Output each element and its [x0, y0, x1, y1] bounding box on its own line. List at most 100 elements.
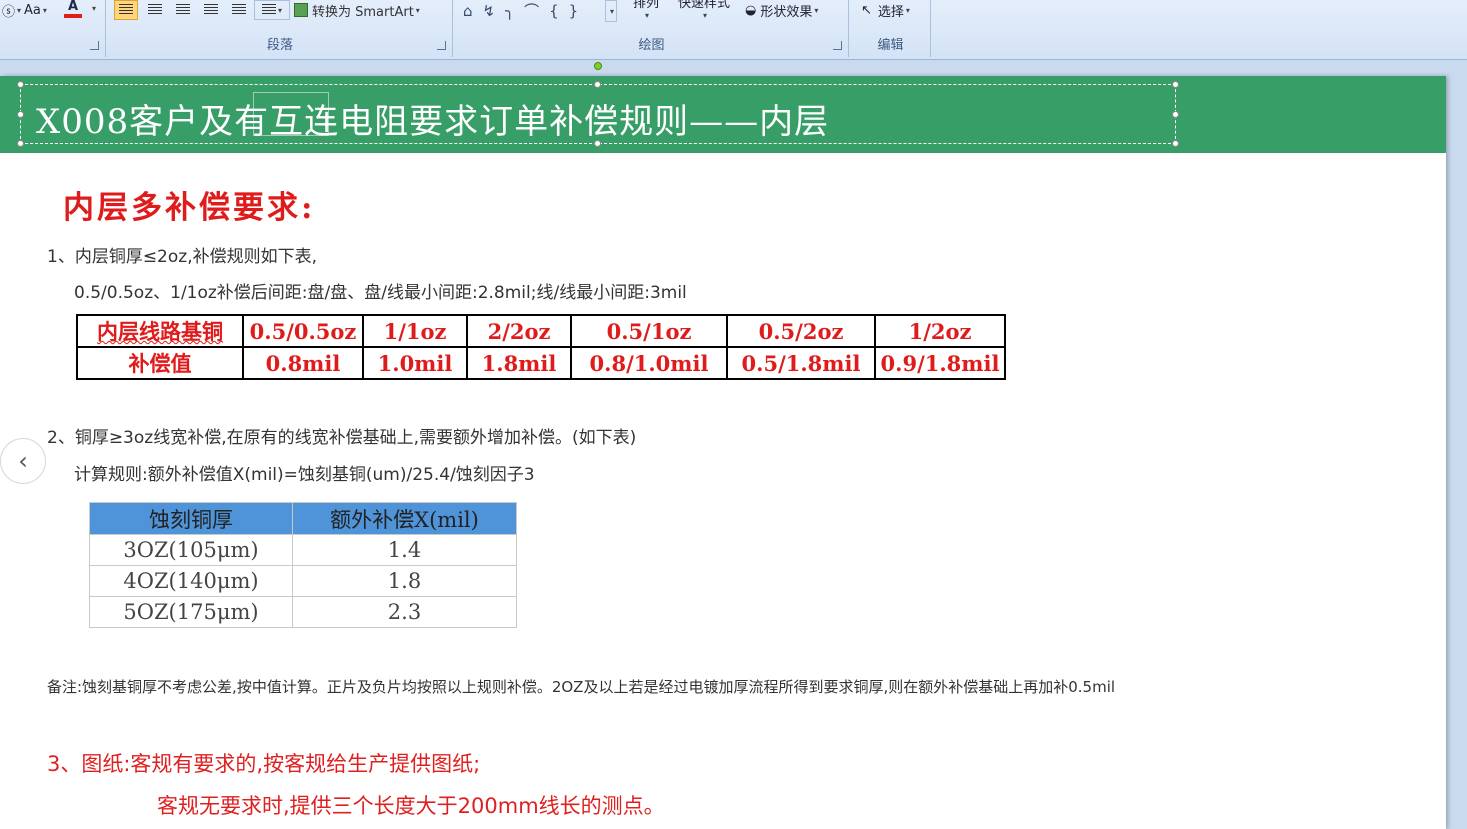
change-case-label: Aa: [24, 2, 41, 18]
align-center-button[interactable]: [144, 0, 166, 20]
arrange-label: 排列: [633, 0, 660, 11]
more-icon: ▾: [609, 6, 614, 16]
rule2-line2: 计算规则:额外补偿值X(mil)=蚀刻基铜(um)/25.4/蚀刻因子3: [74, 465, 535, 485]
table-cell: 1.8mil: [466, 346, 572, 380]
change-case-button[interactable]: Aa ▾: [24, 0, 47, 20]
align-center-icon: [148, 4, 162, 16]
rule2-line1: 2、铜厚≥3oz线宽补偿,在原有的线宽补偿基础上,需要额外增加补偿。(如下表): [47, 428, 637, 448]
text-effects-button[interactable]: ⓢ ▾: [2, 0, 21, 20]
slide-canvas[interactable]: X008客户及有互连电阻要求订单补偿规则——内层 内层多补偿要求: 1、内层铜厚…: [0, 62, 1446, 829]
shape-effects-label: 形状效果: [760, 4, 813, 20]
table-cell: 1.0mil: [362, 346, 468, 380]
table-cell: 1/1oz: [362, 314, 468, 348]
editing-group: ↖ 选择 ▾ 编辑: [851, 0, 931, 57]
table-cell: 3OZ(105μm): [89, 534, 293, 566]
drawing-group-label: 绘图: [638, 38, 665, 53]
align-right-button[interactable]: [172, 0, 194, 20]
section-heading: 内层多补偿要求:: [63, 190, 316, 226]
distributed-button[interactable]: [228, 0, 250, 20]
rule1-line1: 1、内层铜厚≤2oz,补偿规则如下表,: [47, 247, 318, 267]
table-cell: 0.5/2oz: [726, 314, 876, 348]
columns-button[interactable]: ▾: [254, 0, 290, 20]
table-cell: 1.4: [292, 534, 517, 566]
table-row: 3OZ(105μm) 1.4: [89, 534, 517, 566]
ribbon: ⓢ ▾ Aa ▾ A ▾ ▾ 转换为 SmartArt ▾ 段落 ⌂↯╮⌒{} ▾ 排…: [0, 0, 1467, 60]
font-color-label: A: [67, 0, 79, 14]
table-cell: 1/2oz: [874, 314, 1006, 348]
table-cell: 0.5/0.5oz: [242, 314, 364, 348]
text-effects-icon: ⓢ: [2, 4, 16, 20]
table-cell: 0.8/1.0mil: [570, 346, 728, 380]
justify-icon: [204, 4, 218, 16]
smartart-icon: [294, 3, 308, 17]
title-selection-box[interactable]: [20, 84, 1176, 144]
table-header-cell: 补偿值: [76, 346, 244, 380]
cursor-icon: ↖: [861, 2, 872, 18]
table-row: 补偿值 0.8mil 1.0mil 1.8mil 0.8/1.0mil 0.5/…: [76, 346, 1006, 380]
align-right-icon: [176, 4, 190, 16]
shape-effects-icon: ◒: [745, 2, 757, 18]
drawing-group: ⌂↯╮⌒{} ▾ 排列 ▾ 快速样式 ▾ ◒ 形状效果 ▾ 绘图: [455, 0, 849, 57]
table-cell: 5OZ(175μm): [89, 596, 293, 628]
table-cell: 0.8mil: [242, 346, 364, 380]
resize-handle-top-right[interactable]: [1172, 81, 1179, 88]
table-row: 内层线路基铜 0.5/0.5oz 1/1oz 2/2oz 0.5/1oz 0.5…: [76, 314, 1006, 348]
table-cell: 4OZ(140μm): [89, 565, 293, 597]
compensation-table: 内层线路基铜 0.5/0.5oz 1/1oz 2/2oz 0.5/1oz 0.5…: [76, 314, 1006, 380]
quick-styles-label: 快速样式: [678, 0, 731, 11]
title-bar: X008客户及有互连电阻要求订单补偿规则——内层: [0, 62, 1446, 153]
resize-handle-bottom-center[interactable]: [594, 140, 601, 147]
arrange-button[interactable]: 排列 ▾: [633, 0, 660, 20]
font-color-button[interactable]: A: [64, 0, 82, 20]
rotate-handle[interactable]: [594, 62, 602, 70]
align-left-button[interactable]: [114, 0, 138, 20]
table-header-cell: 内层线路基铜: [76, 314, 244, 348]
resize-handle-bottom-right[interactable]: [1172, 140, 1179, 147]
justify-button[interactable]: [200, 0, 222, 20]
table-cell: 0.5/1.8mil: [726, 346, 876, 380]
resize-handle-middle-right[interactable]: [1172, 111, 1179, 118]
shapes-gallery[interactable]: ⌂↯╮⌒{}: [463, 0, 588, 21]
paragraph-group: ▾ 转换为 SmartArt ▾ 段落: [108, 0, 453, 57]
convert-smartart-label: 转换为 SmartArt: [312, 4, 414, 20]
font-color-swatch: [64, 14, 82, 18]
table-cell: 2/2oz: [466, 314, 572, 348]
drawing-dialog-launcher-icon[interactable]: [833, 41, 842, 50]
back-nav-button[interactable]: ‹: [0, 438, 46, 484]
columns-icon: [261, 4, 276, 16]
quick-styles-button[interactable]: 快速样式 ▾: [678, 0, 731, 20]
font-group: ⓢ ▾ Aa ▾ A ▾: [0, 0, 106, 57]
extra-compensation-table: 蚀刻铜厚 额外补偿X(mil) 3OZ(105μm) 1.4 4OZ(140μm…: [89, 502, 517, 628]
paragraph-dialog-launcher-icon[interactable]: [437, 41, 446, 50]
align-left-icon: [119, 4, 133, 16]
table-header-row: 蚀刻铜厚 额外补偿X(mil): [89, 502, 517, 535]
table-header-cell: 蚀刻铜厚: [89, 502, 293, 535]
table-cell: 0.9/1.8mil: [874, 346, 1006, 380]
rule1-line2: 0.5/0.5oz、1/1oz补偿后间距:盘/盘、盘/线最小间距:2.8mil;…: [74, 283, 687, 303]
shape-gallery-icons: ⌂↯╮⌒{}: [463, 2, 589, 20]
table-row: 5OZ(175μm) 2.3: [89, 596, 517, 628]
resize-handle-top-left[interactable]: [17, 81, 24, 88]
shape-effects-button[interactable]: ◒ 形状效果 ▾: [745, 0, 818, 20]
select-label: 选择: [877, 4, 904, 20]
table-cell: 0.5/1oz: [570, 314, 728, 348]
font-dialog-launcher-icon[interactable]: [90, 41, 99, 50]
editing-group-label: 编辑: [877, 38, 904, 53]
select-button[interactable]: ↖ 选择 ▾: [861, 0, 910, 20]
rule3-line2: 客规无要求时,提供三个长度大于200mm线长的测点。: [157, 794, 665, 818]
resize-handle-middle-left[interactable]: [17, 111, 24, 118]
rule3-line1: 3、图纸:客规有要求的,按客规给生产提供图纸;: [47, 752, 481, 776]
font-color-dropdown-icon[interactable]: ▾: [92, 4, 96, 13]
table-cell: 1.8: [292, 565, 517, 597]
table-header-cell: 额外补偿X(mil): [292, 502, 517, 535]
table-row: 4OZ(140μm) 1.8: [89, 565, 517, 597]
table-cell: 2.3: [292, 596, 517, 628]
resize-handle-top-center[interactable]: [594, 81, 601, 88]
convert-smartart-button[interactable]: 转换为 SmartArt ▾: [294, 0, 420, 20]
distributed-icon: [232, 4, 246, 16]
paragraph-group-label: 段落: [266, 38, 293, 53]
shapes-more-button[interactable]: ▾: [605, 0, 617, 22]
resize-handle-bottom-left[interactable]: [17, 140, 24, 147]
note-text: 备注:蚀刻基铜厚不考虑公差,按中值计算。正片及负片均按照以上规则补偿。2OZ及以…: [47, 678, 1116, 696]
chevron-left-icon: ‹: [18, 447, 28, 475]
